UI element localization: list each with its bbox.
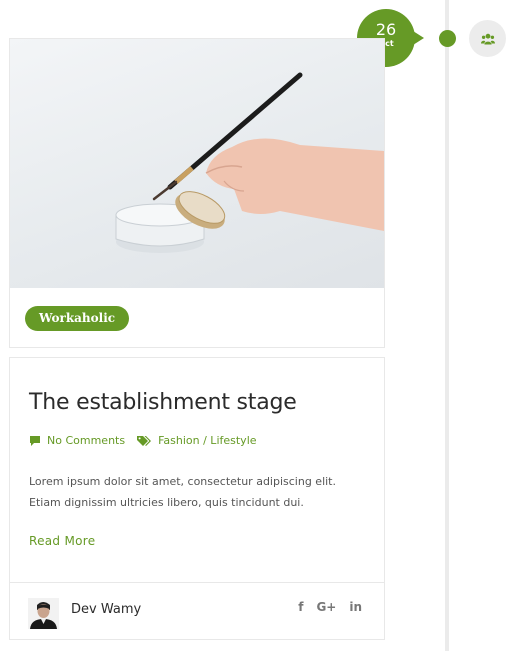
- post-meta: No Comments Fashion / Lifestyle: [29, 434, 257, 447]
- categories-link[interactable]: Fashion / Lifestyle: [158, 434, 256, 447]
- linkedin-icon[interactable]: in: [349, 600, 362, 614]
- google-plus-icon[interactable]: G+: [316, 600, 336, 614]
- post-content-card: The establishment stage No Comments Fash…: [9, 357, 385, 640]
- photo-illustration: [115, 72, 384, 253]
- divider: [10, 582, 384, 583]
- comment-icon: [30, 435, 40, 446]
- author-avatar[interactable]: [28, 598, 59, 629]
- post-title[interactable]: The establishment stage: [29, 390, 297, 415]
- facebook-icon[interactable]: f: [298, 600, 303, 614]
- tags-icon: [137, 435, 152, 446]
- read-more-link[interactable]: Read More: [29, 534, 95, 548]
- comments-link[interactable]: No Comments: [47, 434, 125, 447]
- date-day: 26: [375, 20, 397, 39]
- post-excerpt: Lorem ipsum dolor sit amet, consectetur …: [29, 475, 336, 509]
- share-links: f G+ in: [298, 600, 362, 614]
- author-name[interactable]: Dev Wamy: [71, 602, 141, 617]
- avatar-illustration: [28, 598, 59, 629]
- category-tag[interactable]: Workaholic: [25, 306, 130, 331]
- post-featured-image[interactable]: [10, 39, 384, 288]
- post-media-card: Workaholic: [9, 38, 385, 348]
- group-icon: [480, 33, 495, 44]
- timeline-line: [445, 0, 449, 651]
- post-type-badge[interactable]: [469, 20, 506, 57]
- timeline-dot: [439, 30, 456, 47]
